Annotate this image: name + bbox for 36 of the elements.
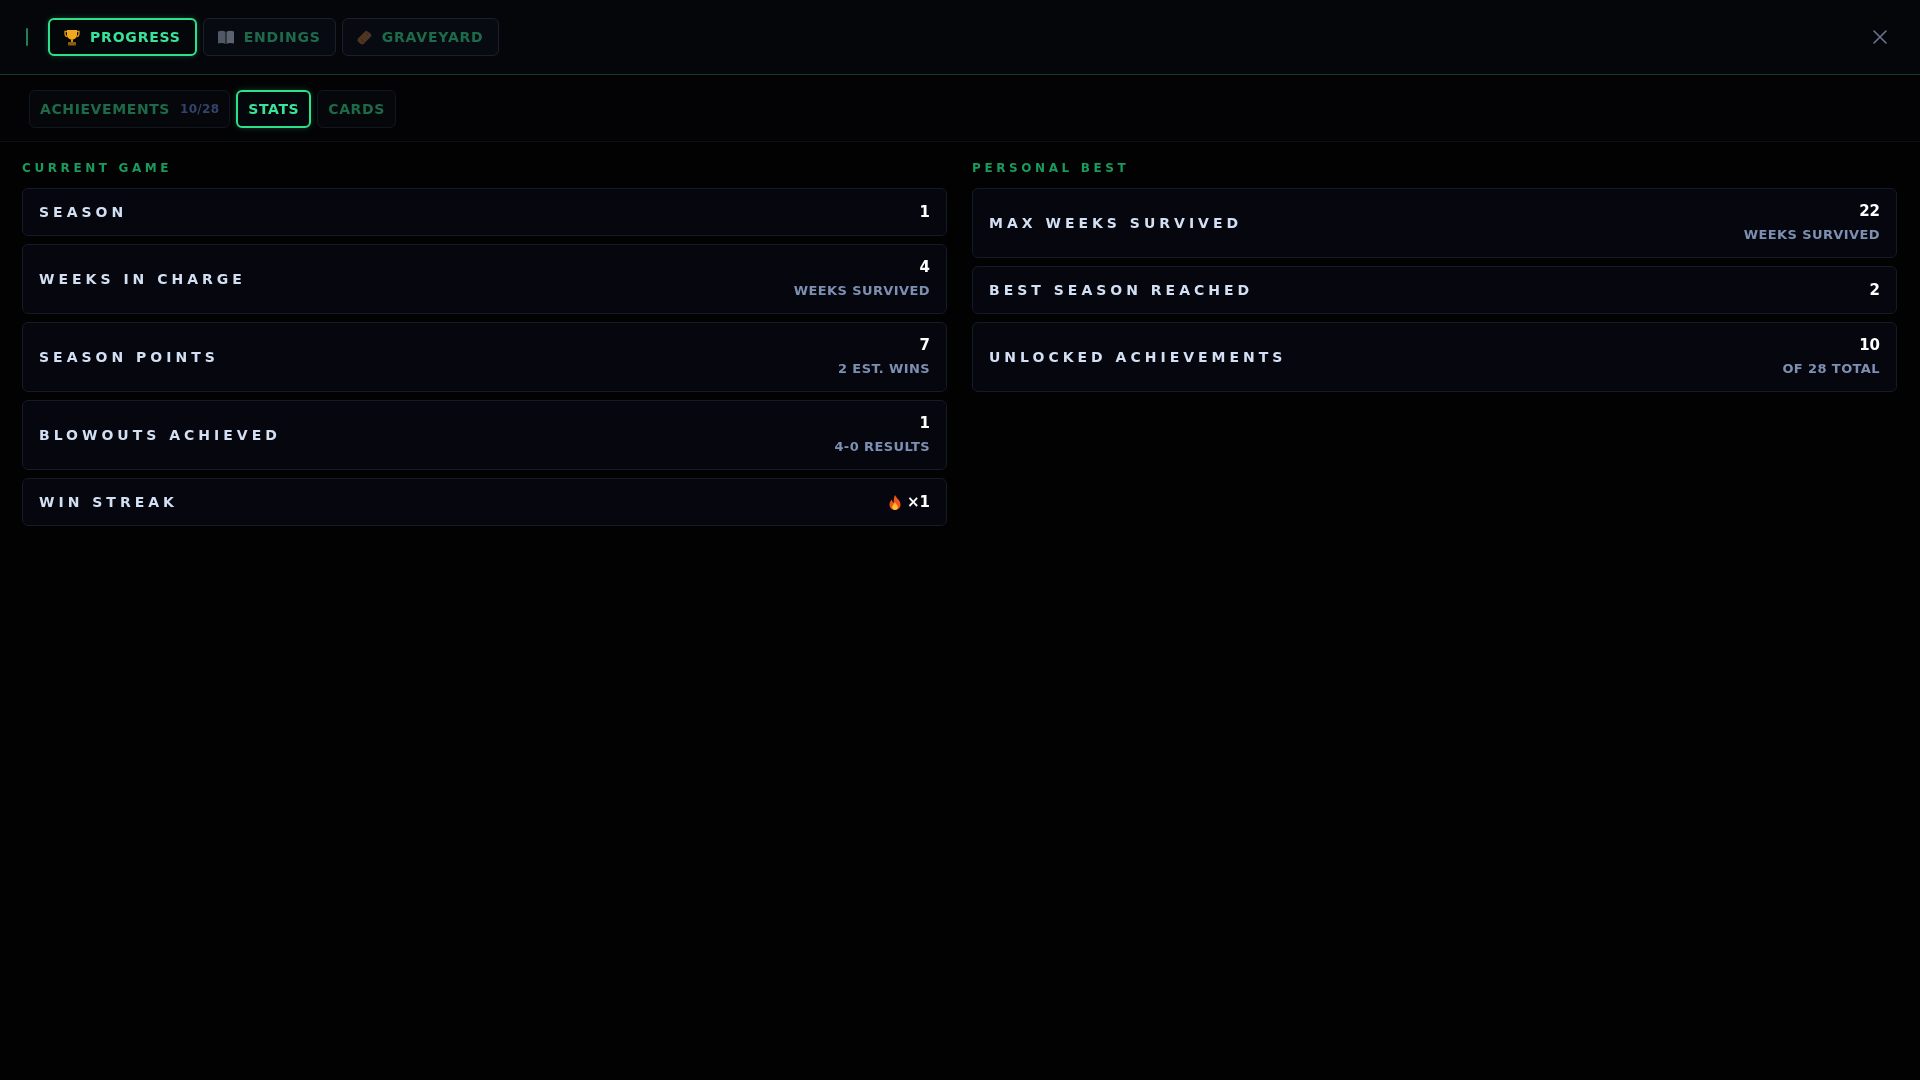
stat-label: MAX WEEKS SURVIVED [989, 215, 1243, 231]
stat-note: 2 EST. WINS [838, 360, 930, 378]
flame-icon [889, 494, 901, 510]
stat-value: 2 [1869, 280, 1880, 300]
stat-label: SEASON [39, 204, 128, 220]
stat-note: 4-0 RESULTS [834, 438, 930, 456]
coffin-icon [356, 29, 372, 45]
stat-label: WIN STREAK [39, 494, 178, 510]
stat-value: 7 [919, 335, 930, 355]
stat-value: ×1 [907, 492, 930, 512]
sub-tab[interactable]: ACHIEVEMENTS 10/28 [29, 90, 231, 128]
main-tab[interactable]: GRAVEYARD [341, 18, 499, 56]
accent-line-icon [26, 28, 28, 46]
stat-note: WEEKS SURVIVED [793, 282, 930, 300]
stat-label: WEEKS IN CHARGE [39, 271, 246, 287]
book-icon [217, 30, 234, 44]
stat-value: 22 [1859, 201, 1880, 221]
stat-label: BLOWOUTS ACHIEVED [39, 427, 281, 443]
trophy-icon [64, 28, 80, 46]
stat-value: 1 [919, 413, 930, 433]
stat-label: SEASON POINTS [39, 349, 219, 365]
stat-note: OF 28 TOTAL [1782, 360, 1880, 378]
stat-label: BEST SEASON REACHED [989, 282, 1254, 298]
tab-count: 10/28 [180, 102, 220, 116]
sub-tab[interactable]: STATS [236, 90, 312, 128]
stat-note: WEEKS SURVIVED [1743, 226, 1880, 244]
main-tab[interactable]: PROGRESS [48, 18, 197, 56]
stat-label: UNLOCKED ACHIEVEMENTS [989, 349, 1287, 365]
stat-value: 1 [919, 202, 930, 222]
close-icon [1873, 30, 1887, 44]
section-heading: PERSONAL BEST [972, 161, 1131, 176]
main-tab[interactable]: ENDINGS [202, 18, 336, 56]
stat-value: 10 [1859, 335, 1880, 355]
sub-tab[interactable]: CARDS [317, 90, 396, 128]
stat-value: 4 [919, 257, 930, 277]
section-heading: CURRENT GAME [22, 161, 174, 176]
